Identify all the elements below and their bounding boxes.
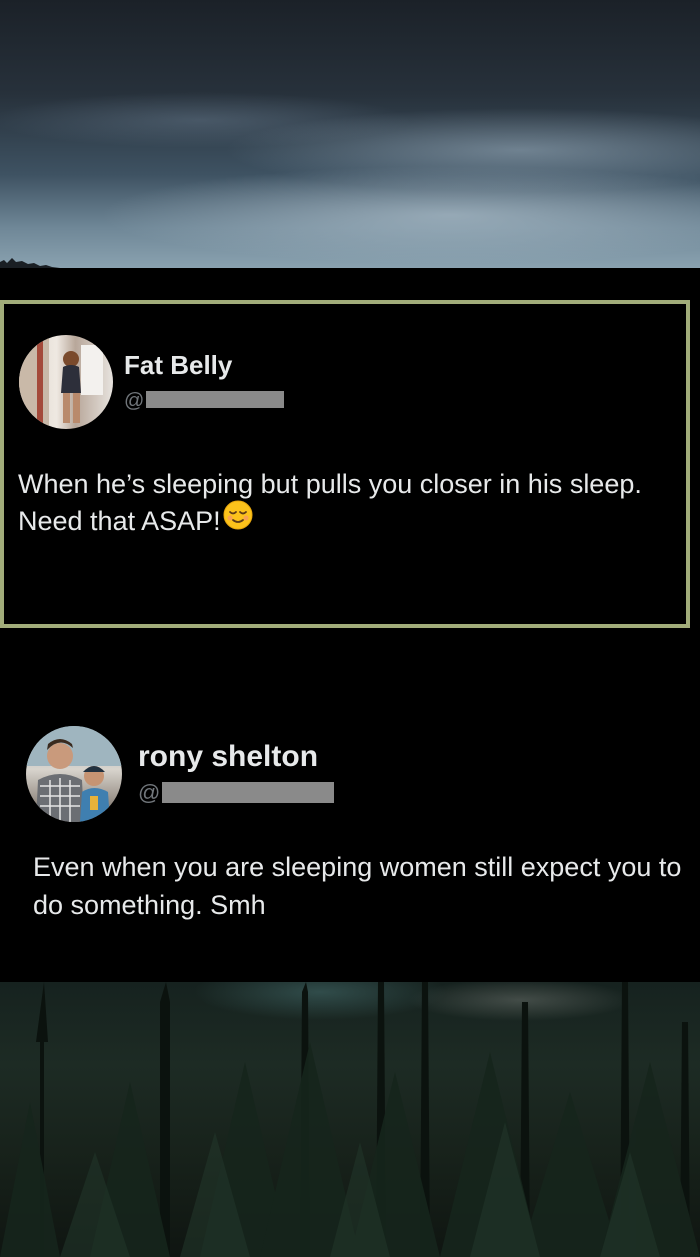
tweet-text: Even when you are sleeping women still e…: [33, 852, 682, 920]
tweet-card[interactable]: rony shelton @ Even when you are sleepin…: [0, 690, 700, 982]
tweet-body: When he’s sleeping but pulls you closer …: [18, 469, 642, 536]
redaction-bar: [162, 781, 335, 803]
display-name[interactable]: Fat Belly: [124, 350, 232, 381]
username-handle[interactable]: @: [124, 390, 285, 413]
sky-background-image: [0, 0, 700, 268]
handle-prefix: @: [124, 390, 145, 412]
forest-background-image: [0, 982, 700, 1257]
avatar[interactable]: [26, 726, 122, 822]
tweet-text: When he’s sleeping but pulls you closer …: [18, 466, 668, 540]
redaction-bar: [146, 391, 285, 409]
screenshot: Fat Belly @ When he’s sleeping but pulls…: [0, 0, 700, 1257]
relieved-face-icon: [223, 500, 253, 540]
tweet-card[interactable]: Fat Belly @ When he’s sleeping but pulls…: [0, 300, 690, 628]
display-name[interactable]: rony shelton: [138, 740, 318, 774]
username-handle[interactable]: @: [138, 780, 335, 806]
handle-prefix: @: [138, 780, 161, 805]
avatar[interactable]: [19, 335, 113, 429]
